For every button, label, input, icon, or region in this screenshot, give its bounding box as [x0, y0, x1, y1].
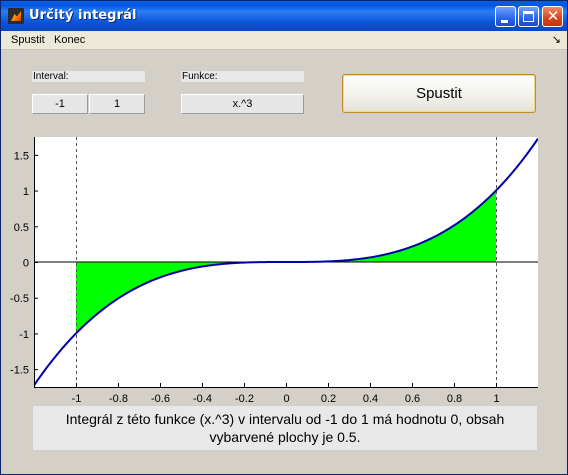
x-tick-label: -0.4 — [193, 393, 212, 405]
main-window: Určitý integrál ✕ Spustit Konec ↘ Interv… — [0, 0, 568, 475]
x-tick-label: -1 — [72, 393, 82, 405]
result-line-2: vybarvené plochy je 0.5. — [209, 429, 361, 445]
y-tick-label: -1.5 — [10, 365, 29, 377]
y-tick-label: 0 — [23, 258, 29, 270]
interval-to-field[interactable]: 1 — [89, 94, 145, 114]
function-field[interactable]: x.^3 — [181, 94, 304, 114]
run-button[interactable]: Spustit — [342, 74, 536, 113]
x-tick-label: 1 — [493, 393, 499, 405]
window-title: Určitý integrál — [29, 8, 137, 23]
y-tick-label: 0.5 — [14, 222, 29, 234]
result-line-1: Integrál z této funkce (x.^3) v interval… — [65, 411, 505, 427]
matlab-icon — [8, 8, 24, 24]
menu-item-spustit[interactable]: Spustit — [11, 34, 45, 46]
interval-from-field[interactable]: -1 — [32, 94, 88, 114]
maximize-icon — [523, 11, 534, 22]
x-tick-label: 0 — [283, 393, 289, 405]
x-tick-label: -0.6 — [151, 393, 170, 405]
menu-bar: Spustit Konec ↘ — [1, 31, 567, 50]
y-tick-label: -0.5 — [10, 293, 29, 305]
x-tick-label: 0.2 — [321, 393, 336, 405]
x-tick-label: -0.2 — [235, 393, 254, 405]
plot-area — [34, 137, 538, 387]
y-tick-label: 1.5 — [14, 150, 29, 162]
minimize-button[interactable] — [495, 6, 516, 27]
menu-item-konec[interactable]: Konec — [54, 34, 85, 46]
y-tick-label: 1 — [23, 186, 29, 198]
x-tick-label: 0.4 — [363, 393, 378, 405]
title-bar[interactable]: Určitý integrál ✕ — [1, 1, 567, 31]
dock-arrow-icon[interactable]: ↘ — [552, 33, 561, 46]
close-icon: ✕ — [546, 7, 560, 25]
result-text: Integrál z této funkce (x.^3) v interval… — [33, 406, 537, 450]
x-tick-label: -0.8 — [109, 393, 128, 405]
y-tick-label: -1 — [19, 329, 29, 341]
function-plot — [34, 137, 538, 387]
maximize-button[interactable] — [518, 6, 539, 27]
x-tick-label: 0.6 — [405, 393, 420, 405]
minimize-icon — [501, 20, 508, 23]
x-tick-label: 0.8 — [447, 393, 462, 405]
function-label: Funkce: — [181, 71, 304, 82]
close-button[interactable]: ✕ — [542, 6, 563, 27]
interval-label: Interval: — [32, 71, 145, 82]
